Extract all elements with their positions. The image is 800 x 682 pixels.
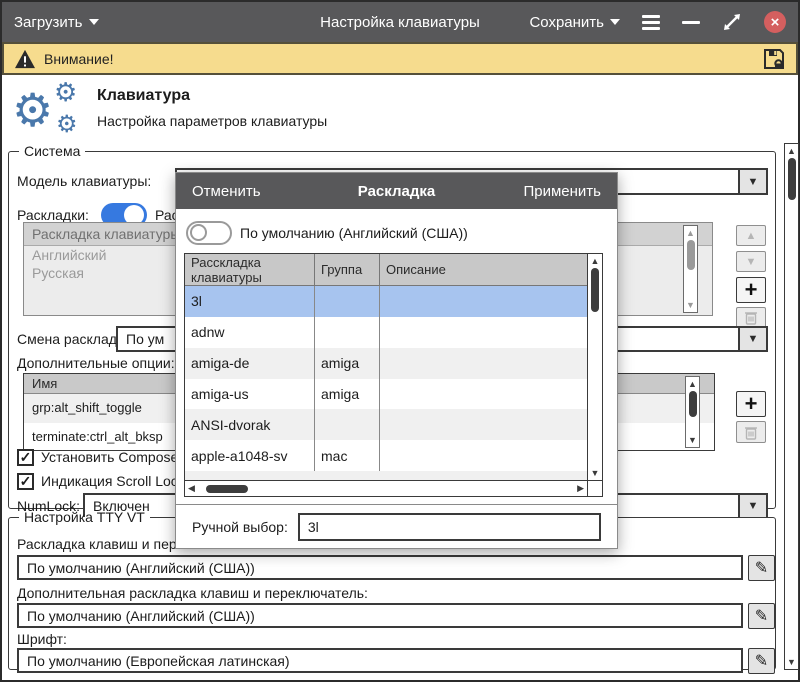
tty-font-input[interactable] bbox=[17, 648, 743, 673]
tty-extra-layout-input[interactable] bbox=[17, 603, 743, 628]
table-row bbox=[185, 471, 587, 480]
edit-pencil-icon[interactable]: ✎ bbox=[748, 648, 775, 674]
app-header: ⚙ ⚙ ⚙ Клавиатура Настройка параметров кл… bbox=[2, 75, 798, 143]
layout-table-vscrollbar[interactable]: ▲ ▼ bbox=[587, 254, 602, 480]
tty-layout-label: Раскладка клавиш и пере bbox=[17, 535, 184, 553]
load-menu-button[interactable]: Загрузить bbox=[14, 14, 99, 31]
layout-table-hscrollbar[interactable]: ◀ ▶ bbox=[185, 480, 587, 496]
default-layout-toggle[interactable] bbox=[186, 221, 232, 245]
add-option-button[interactable]: + bbox=[736, 391, 766, 417]
page-subtitle: Настройка параметров клавиатуры bbox=[97, 113, 327, 129]
expand-icon[interactable] bbox=[722, 12, 742, 32]
keyboard-model-label: Модель клавиатуры: bbox=[17, 168, 151, 194]
layouts-list-scrollbar[interactable]: ▲ ▼ bbox=[683, 225, 698, 313]
tty-extra-layout-label: Дополнительная раскладка клавиш и перекл… bbox=[17, 584, 368, 602]
column-header: Расскладка клавиатуры bbox=[185, 254, 315, 285]
scrolllock-checkbox[interactable]: ✓ bbox=[17, 473, 34, 490]
delete-layout-button[interactable] bbox=[736, 307, 766, 328]
manual-select-row: Ручной выбор: bbox=[176, 504, 617, 548]
scrollbar-corner bbox=[587, 480, 602, 496]
main-scrollbar[interactable]: ▲ ▼ bbox=[784, 143, 799, 670]
manual-select-input[interactable] bbox=[298, 513, 601, 541]
default-layout-toggle-label: По умолчанию (Английский (США)) bbox=[240, 221, 468, 245]
move-up-button[interactable]: ▲ bbox=[736, 225, 766, 246]
tty-group-legend: Настройка TTY VT bbox=[19, 509, 150, 525]
save-locked-icon[interactable] bbox=[762, 47, 786, 71]
compose-checkbox[interactable]: ✓ bbox=[17, 449, 34, 466]
cancel-button[interactable]: Отменить bbox=[192, 183, 261, 200]
warning-bar: Внимание! bbox=[2, 42, 798, 75]
move-down-button[interactable]: ▼ bbox=[736, 251, 766, 272]
minimize-icon[interactable] bbox=[682, 21, 700, 24]
tty-font-label: Шрифт: bbox=[17, 630, 67, 648]
tty-layout-input[interactable] bbox=[17, 555, 743, 580]
add-layout-button[interactable]: + bbox=[736, 277, 766, 303]
delete-option-button[interactable] bbox=[736, 421, 766, 443]
scrolllock-checkbox-label: Индикация Scroll Lock bbox=[41, 472, 185, 490]
table-row[interactable]: 3l bbox=[185, 286, 587, 317]
options-table-scrollbar[interactable]: ▲ ▼ bbox=[685, 376, 700, 448]
close-icon[interactable]: × bbox=[764, 11, 786, 33]
chevron-down-icon: ▼ bbox=[738, 328, 766, 350]
page-title: Клавиатура bbox=[97, 87, 190, 105]
layout-table: Расскладка клавиатуры Группа Описание 3l… bbox=[184, 253, 603, 497]
warning-text: Внимание! bbox=[44, 51, 114, 67]
chevron-down-icon: ▼ bbox=[738, 170, 766, 193]
keyboard-settings-gears-icon: ⚙ ⚙ ⚙ bbox=[10, 77, 90, 141]
layout-dialog: Отменить Раскладка Применить По умолчани… bbox=[175, 172, 618, 549]
table-row[interactable]: apple-a1048-sv mac bbox=[185, 440, 587, 471]
table-row[interactable]: ANSI-dvorak bbox=[185, 409, 587, 440]
column-header: Группа bbox=[315, 254, 380, 285]
save-menu-button[interactable]: Сохранить bbox=[529, 14, 620, 31]
compose-checkbox-label: Установить Compose bbox=[41, 448, 178, 466]
system-group-legend: Система bbox=[19, 143, 85, 159]
scrolllock-checkbox-row: ✓ Индикация Scroll Lock bbox=[17, 472, 185, 490]
chevron-down-icon bbox=[89, 19, 99, 25]
chevron-down-icon bbox=[610, 19, 620, 25]
load-menu-label: Загрузить bbox=[14, 14, 83, 31]
save-menu-label: Сохранить bbox=[529, 14, 604, 31]
edit-pencil-icon[interactable]: ✎ bbox=[748, 603, 775, 629]
column-header: Описание bbox=[380, 254, 587, 285]
title-bar: Загрузить Настройка клавиатуры Сохранить… bbox=[2, 2, 798, 42]
table-row[interactable]: adnw bbox=[185, 317, 587, 348]
layout-dialog-header: Отменить Раскладка Применить bbox=[176, 173, 617, 209]
menu-icon[interactable] bbox=[642, 15, 660, 30]
table-row[interactable]: amiga-de amiga bbox=[185, 348, 587, 379]
manual-select-label: Ручной выбор: bbox=[192, 514, 288, 540]
edit-pencil-icon[interactable]: ✎ bbox=[748, 555, 775, 581]
compose-checkbox-row: ✓ Установить Compose bbox=[17, 448, 178, 466]
warning-icon bbox=[14, 49, 36, 69]
apply-button[interactable]: Применить bbox=[523, 183, 601, 200]
layout-table-header: Расскладка клавиатуры Группа Описание bbox=[185, 254, 587, 286]
table-row[interactable]: amiga-us amiga bbox=[185, 379, 587, 410]
app-window: Загрузить Настройка клавиатуры Сохранить… bbox=[0, 0, 800, 682]
